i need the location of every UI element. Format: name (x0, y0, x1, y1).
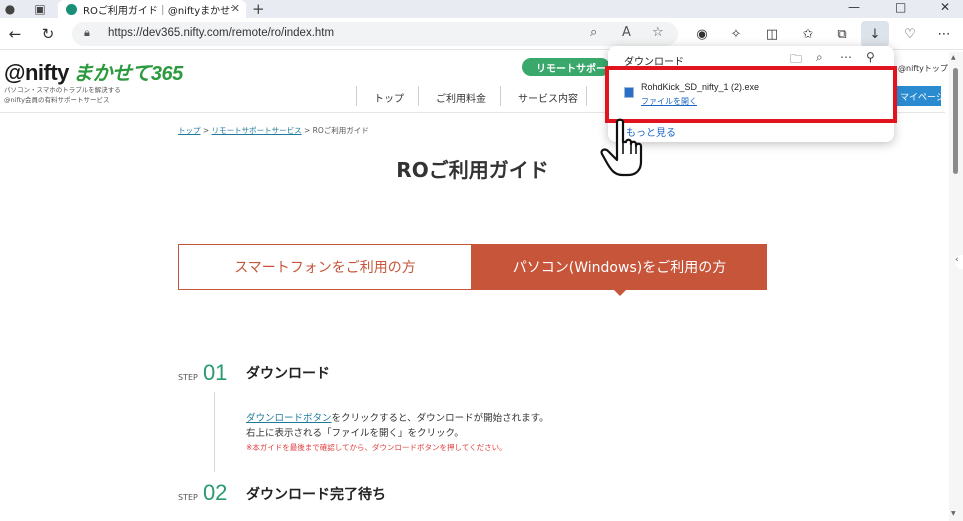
active-tab-indicator (614, 290, 626, 296)
step-label: STEP (178, 373, 198, 382)
site-favicon-icon (66, 3, 77, 15)
step-divider-line (214, 392, 215, 472)
performance-icon[interactable]: ♡ (900, 24, 920, 44)
breadcrumb-sep: > (202, 126, 210, 135)
read-aloud-icon[interactable]: A (622, 25, 631, 40)
breadcrumb-top[interactable]: トップ (178, 126, 201, 135)
hand-pointer-icon (600, 118, 643, 177)
collections-icon[interactable]: ⧉ (832, 24, 852, 44)
logo-brand: @nifty (4, 60, 69, 85)
settings-more-icon[interactable]: ⋯ (934, 24, 954, 44)
step-01-title: ダウンロード (246, 366, 330, 382)
nav-divider (356, 86, 357, 106)
step-number: 01 (202, 360, 228, 385)
step-01-marker: STEP 01 (178, 360, 227, 386)
nav-item-top[interactable]: トップ (374, 90, 404, 105)
minimize-button[interactable]: — (848, 0, 860, 14)
new-tab-icon[interactable]: + (252, 0, 265, 18)
nav-item-services[interactable]: サービス内容 (518, 90, 578, 105)
downloads-icon[interactable]: ↓ (861, 21, 889, 47)
favorite-star-icon[interactable]: ☆ (652, 25, 664, 40)
site-logo[interactable]: @nifty まかせて365 (4, 57, 183, 86)
split-screen-icon[interactable]: ◫ (762, 24, 782, 44)
more-options-icon[interactable]: ⋯ (840, 50, 852, 64)
address-bar[interactable]: 🔒︎ https://dev365.nifty.com/remote/ro/in… (72, 22, 678, 46)
nav-item-pricing[interactable]: ご利用料金 (436, 90, 486, 105)
step-01-note: ※本ガイドを最後まで確認してから、ダウンロードボタンを押してください。 (246, 443, 507, 452)
pin-icon[interactable]: ⚲ (866, 50, 875, 64)
download-button-link[interactable]: ダウンロードボタン (246, 413, 332, 424)
back-arrow-icon[interactable]: ← (5, 24, 25, 44)
profile-icon[interactable]: ● (2, 1, 18, 17)
tab-actions-icon[interactable]: ▣ (32, 1, 48, 17)
mypage-button[interactable]: マイページ (896, 86, 941, 106)
nav-divider (500, 86, 501, 106)
scroll-thumb[interactable] (953, 68, 958, 174)
breadcrumb-current: ROご利用ガイド (312, 126, 369, 135)
nifty-top-link[interactable]: @niftyトップ (898, 63, 948, 74)
url-text[interactable]: https://dev365.nifty.com/remote/ro/index… (108, 27, 334, 39)
tab-bar: ● ▣ ROご利用ガイド｜@niftyまかせて365 ✕ + — □ ✕ (0, 0, 963, 18)
tagline-line-1: パソコン・スマホのトラブルを解決する (4, 86, 121, 94)
search-icon[interactable]: ⌕ (816, 50, 823, 65)
close-tab-icon[interactable]: ✕ (231, 2, 240, 15)
refresh-icon[interactable]: ↻ (38, 24, 58, 44)
step-number: 02 (202, 480, 228, 505)
site-tagline: パソコン・スマホのトラブルを解決する @nifty会員の有料サポートサービス (4, 85, 121, 105)
scroll-down-icon[interactable]: ▼ (951, 510, 956, 517)
browser-essentials-icon[interactable]: ◉ (692, 24, 712, 44)
page-title: ROご利用ガイド (396, 158, 549, 182)
breadcrumb-sep: > (303, 126, 311, 135)
tab-title: ROご利用ガイド｜@niftyまかせて365 (83, 5, 233, 17)
tab-pc-windows[interactable]: パソコン(Windows)をご利用の方 (472, 244, 767, 290)
logo-service: まかせて365 (72, 63, 183, 85)
close-window-button[interactable]: ✕ (940, 0, 950, 14)
step-01-text: をクリックすると、ダウンロードが開始されます。 (331, 413, 549, 424)
nav-divider (418, 86, 419, 106)
sidebar-toggle-icon[interactable]: ‹ (955, 255, 963, 269)
breadcrumb: トップ > リモートサポートサービス > ROご利用ガイド (178, 125, 369, 136)
zoom-icon[interactable]: ⌕ (590, 25, 597, 40)
scroll-up-icon[interactable]: ▲ (951, 54, 956, 61)
lock-icon[interactable]: 🔒︎ (84, 26, 90, 40)
step-01-description: ダウンロードボタンをクリックすると、ダウンロードが開始されます。 (246, 410, 549, 424)
maximize-button[interactable]: □ (895, 0, 906, 14)
step-01-instruction: 右上に表示される「ファイルを開く」をクリック。 (246, 428, 464, 439)
step-02-marker: STEP 02 (178, 480, 227, 506)
breadcrumb-remote-support[interactable]: リモートサポートサービス (212, 126, 302, 135)
highlight-box (605, 66, 897, 123)
tagline-line-2: @nifty会員の有料サポートサービス (4, 96, 110, 104)
favorites-icon[interactable]: ✩ (798, 24, 818, 44)
browser-tab[interactable]: ROご利用ガイド｜@niftyまかせて365 ✕ (58, 0, 246, 18)
remote-support-button[interactable]: リモートサポート (522, 58, 610, 76)
extensions-icon[interactable]: ✧ (726, 24, 746, 44)
step-02-title: ダウンロード完了待ち (246, 487, 386, 503)
nav-divider (586, 86, 587, 106)
tab-smartphone[interactable]: スマートフォンをご利用の方 (178, 244, 472, 290)
step-label: STEP (178, 493, 198, 502)
